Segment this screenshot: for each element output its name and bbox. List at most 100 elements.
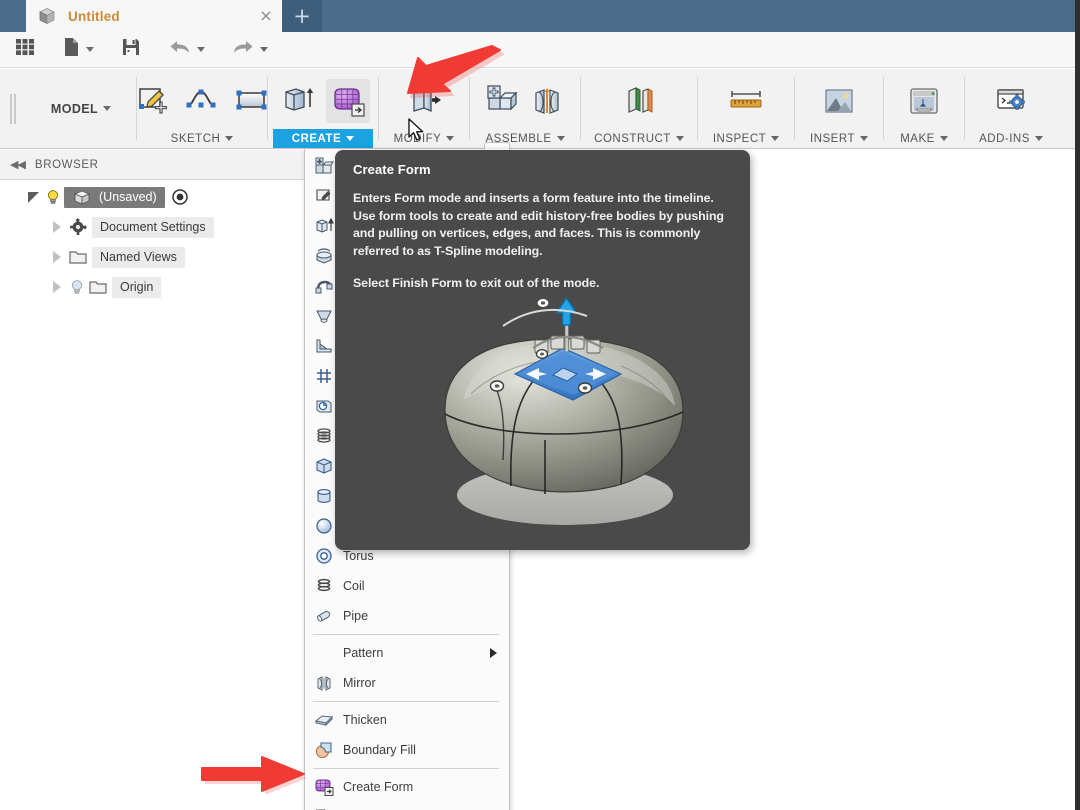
close-icon[interactable]: × bbox=[256, 6, 276, 26]
undo-arrow-icon bbox=[168, 36, 192, 63]
redo-button[interactable] bbox=[227, 35, 272, 65]
menu-item-thicken[interactable]: Thicken bbox=[305, 705, 509, 735]
ribbon-panel-title-addins[interactable]: ADD-INS bbox=[970, 129, 1052, 148]
menu-item-pipe[interactable]: Pipe bbox=[305, 601, 509, 631]
chevron-down-icon bbox=[1034, 136, 1043, 141]
menu-item-create-form[interactable]: Create Form bbox=[305, 772, 509, 802]
rib-icon bbox=[313, 335, 335, 357]
revolve-icon bbox=[313, 245, 335, 267]
file-icon bbox=[62, 36, 81, 63]
document-cube-icon bbox=[36, 5, 58, 27]
titlebar-left-edge bbox=[0, 0, 4, 32]
light-bulb-on-icon[interactable] bbox=[44, 188, 62, 206]
fusion360-window: Untitled × + MODEL SKETCH CREATE ASSEMBL… bbox=[0, 0, 1080, 810]
ribbon-panel-addins: ADD-INS bbox=[965, 69, 1057, 148]
show-data-panel-button[interactable] bbox=[10, 35, 40, 65]
chevron-down-icon bbox=[675, 136, 684, 141]
tree-row-root[interactable]: (Unsaved) bbox=[0, 182, 300, 212]
menu-item-label: Create Form bbox=[343, 780, 414, 794]
create-base-feature-icon bbox=[313, 806, 335, 810]
new-component-button[interactable] bbox=[484, 79, 522, 123]
tooltip-body: Enters Form mode and inserts a form feat… bbox=[353, 190, 732, 293]
menu-item-label: Thicken bbox=[343, 713, 387, 727]
chevron-down-icon bbox=[225, 136, 234, 141]
chevron-down-icon bbox=[556, 136, 565, 141]
workspace-selector[interactable]: MODEL bbox=[26, 69, 136, 148]
expand-triangle-right-icon[interactable] bbox=[46, 281, 68, 293]
create-form-tooltip: Create Form Enters Form mode and inserts… bbox=[335, 150, 750, 550]
create-form-button[interactable] bbox=[326, 79, 370, 123]
ribbon-panel-title-make[interactable]: MAKE bbox=[889, 129, 959, 148]
press-pull-button[interactable] bbox=[402, 79, 446, 123]
tree-item-label: Named Views bbox=[92, 246, 185, 268]
menu-item-label: Mirror bbox=[343, 676, 376, 690]
make-tools bbox=[898, 69, 950, 129]
ribbon-panel-title-construct[interactable]: CONSTRUCT bbox=[586, 129, 692, 148]
new-tab-button[interactable]: + bbox=[282, 0, 322, 32]
collapse-panel-icon[interactable]: ◀◀ bbox=[10, 158, 26, 171]
menu-item-create-base-feature[interactable]: Create Base Feature bbox=[305, 802, 509, 810]
construct-tools bbox=[613, 69, 665, 129]
ribbon-grip-handle[interactable] bbox=[0, 69, 26, 148]
menu-item-boundary-fill[interactable]: Boundary Fill bbox=[305, 735, 509, 765]
panel-label: MAKE bbox=[900, 132, 935, 145]
panel-label: INSPECT bbox=[712, 132, 767, 145]
measure-button[interactable] bbox=[724, 79, 768, 123]
3d-print-button[interactable] bbox=[902, 79, 946, 123]
tree-row-origin[interactable]: Origin bbox=[0, 272, 300, 302]
document-tab-untitled[interactable]: Untitled × bbox=[26, 0, 282, 32]
panel-label: SKETCH bbox=[170, 132, 221, 145]
activate-component-radio-icon[interactable] bbox=[171, 188, 189, 206]
expand-triangle-right-icon[interactable] bbox=[46, 221, 68, 233]
tree-item-label: (Unsaved) bbox=[99, 189, 157, 204]
panel-label: CONSTRUCT bbox=[594, 132, 671, 145]
thread-icon bbox=[313, 425, 335, 447]
ribbon-panel-assemble: ASSEMBLE bbox=[470, 69, 580, 148]
ribbon-panel-title-insert[interactable]: INSERT bbox=[800, 129, 878, 148]
chevron-down-icon bbox=[771, 136, 780, 141]
menu-separator bbox=[313, 768, 499, 769]
ribbon-panel-title-create[interactable]: CREATE bbox=[273, 129, 373, 148]
light-bulb-off-icon[interactable] bbox=[68, 278, 86, 296]
chevron-down-icon bbox=[859, 136, 868, 141]
sphere-icon bbox=[313, 515, 335, 537]
ribbon-panel-inspect: INSPECT bbox=[698, 69, 794, 148]
menu-item-mirror[interactable]: Mirror bbox=[305, 668, 509, 698]
tree-row-named-views[interactable]: Named Views bbox=[0, 242, 300, 272]
menu-item-label: Pattern bbox=[343, 646, 384, 660]
spline-button[interactable] bbox=[180, 79, 224, 123]
expand-triangle-down-icon[interactable] bbox=[22, 191, 44, 203]
coil-icon bbox=[313, 575, 335, 597]
create-sketch-button[interactable] bbox=[130, 79, 174, 123]
ribbon-panel-title-inspect[interactable]: INSPECT bbox=[703, 129, 789, 148]
joint-button[interactable] bbox=[528, 79, 566, 123]
scripts-addins-button[interactable] bbox=[989, 79, 1033, 123]
thicken-icon bbox=[313, 709, 335, 731]
menu-separator bbox=[313, 701, 499, 702]
expand-triangle-right-icon[interactable] bbox=[46, 251, 68, 263]
chevron-down-icon bbox=[446, 136, 455, 141]
tree-row-document-settings[interactable]: Document Settings bbox=[0, 212, 300, 242]
window-right-edge bbox=[1075, 0, 1080, 810]
workspace-label: MODEL bbox=[50, 101, 99, 116]
tooltip-preview-image bbox=[425, 290, 695, 540]
ribbon-panel-title-sketch[interactable]: SKETCH bbox=[142, 129, 262, 148]
panel-label: CREATE bbox=[291, 132, 342, 145]
sweep-icon bbox=[313, 275, 335, 297]
offset-plane-button[interactable] bbox=[617, 79, 661, 123]
insert-image-button[interactable] bbox=[817, 79, 861, 123]
tree-root-label-wrap[interactable]: (Unsaved) bbox=[64, 186, 165, 208]
menu-item-coil[interactable]: Coil bbox=[305, 571, 509, 601]
mouse-cursor bbox=[408, 118, 424, 141]
menu-item-pattern[interactable]: Pattern bbox=[305, 638, 509, 668]
extrude-button[interactable] bbox=[276, 79, 320, 123]
chevron-down-icon bbox=[86, 47, 94, 52]
create-tools bbox=[272, 69, 374, 129]
chevron-down-icon bbox=[103, 106, 112, 111]
save-button[interactable] bbox=[116, 35, 146, 65]
file-menu-button[interactable] bbox=[58, 35, 98, 65]
chevron-right-icon bbox=[490, 648, 497, 658]
pattern-icon-placeholder bbox=[313, 642, 335, 664]
undo-button[interactable] bbox=[164, 35, 209, 65]
browser-title: BROWSER bbox=[34, 158, 99, 171]
